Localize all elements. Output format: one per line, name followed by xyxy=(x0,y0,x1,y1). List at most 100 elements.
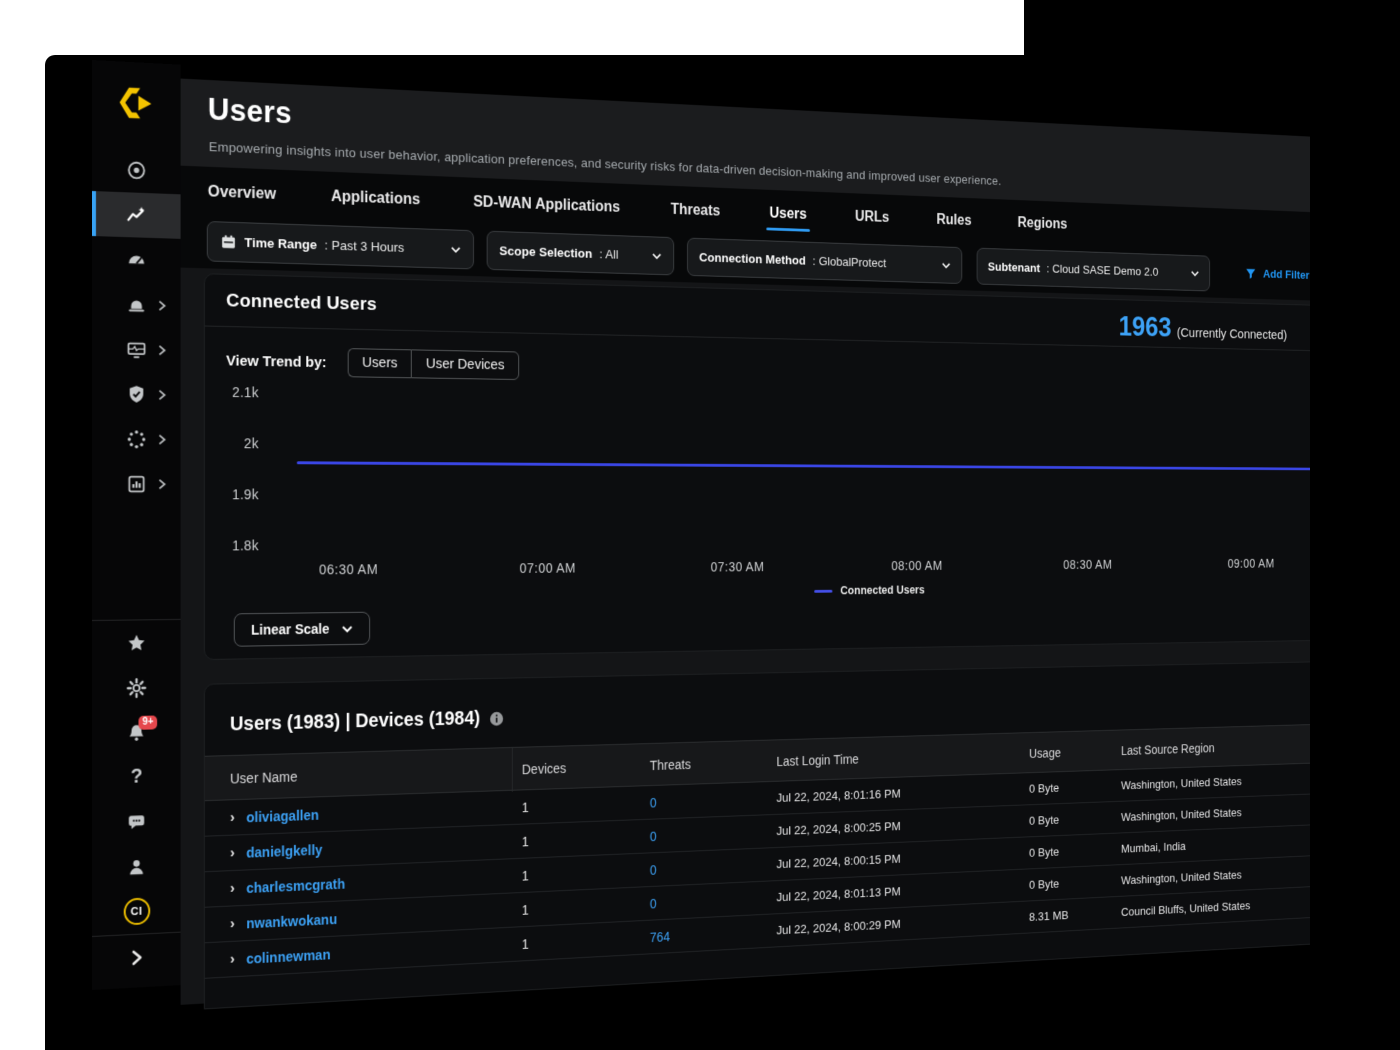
shield-check-icon xyxy=(126,383,148,405)
tab-overview[interactable]: Overview xyxy=(208,184,276,204)
sidebar-item-gauge[interactable] xyxy=(92,236,181,283)
dashboard: 9+ ? CI xyxy=(92,60,1310,1050)
sidebar-item-alerts[interactable] xyxy=(92,281,181,328)
users-table-card: Users (1983) | Devices (1984) User Name … xyxy=(204,660,1310,1009)
usage-cell: 0 Byte xyxy=(1021,811,1113,828)
calendar-icon xyxy=(220,233,236,250)
linear-scale-dropdown[interactable]: Linear Scale xyxy=(234,612,370,647)
column-header-region[interactable]: Last Source Region xyxy=(1113,736,1310,758)
tab-applications[interactable]: Applications xyxy=(331,188,420,209)
devices-cell: 1 xyxy=(513,863,641,884)
users-table: User Name Devices Threats Last Login Tim… xyxy=(205,722,1310,978)
row-expand-icon[interactable]: › xyxy=(230,810,235,825)
column-header-threats[interactable]: Threats xyxy=(641,754,768,773)
chevron-right-icon xyxy=(129,948,145,967)
threats-link[interactable]: 0 xyxy=(641,890,768,911)
tab-users[interactable]: Users xyxy=(769,206,806,224)
scope-selection-filter[interactable]: Scope Selection : All xyxy=(487,231,674,276)
sidebar: 9+ ? CI xyxy=(92,60,181,990)
trend-user-devices-button[interactable]: User Devices xyxy=(411,349,519,380)
filter-label: Connection Method xyxy=(699,250,806,267)
y-axis-tick: 2.1k xyxy=(216,384,258,400)
filter-value: : All xyxy=(599,247,618,262)
connected-count-suffix: (Currently Connected) xyxy=(1177,325,1287,342)
threats-link[interactable]: 764 xyxy=(641,923,768,945)
usage-cell: 0 Byte xyxy=(1021,779,1113,796)
tenant-avatar[interactable]: CI xyxy=(92,887,181,936)
row-expand-icon[interactable]: › xyxy=(230,952,235,967)
sidebar-bottom: 9+ ? CI xyxy=(92,619,181,982)
trend-users-button[interactable]: Users xyxy=(347,348,411,378)
user-link[interactable]: nwankwokanu xyxy=(246,911,337,931)
tab-rules[interactable]: Rules xyxy=(936,212,971,230)
radar-icon xyxy=(126,159,148,182)
user-link[interactable]: danielgkelly xyxy=(246,841,322,860)
y-axis-tick: 1.8k xyxy=(216,538,258,554)
region-cell: Council Bluffs, United States xyxy=(1113,893,1310,919)
tab-sdwan-applications[interactable]: SD-WAN Applications xyxy=(473,194,620,217)
info-icon[interactable] xyxy=(489,711,503,727)
add-filter-label: Add Filter xyxy=(1263,267,1309,281)
region-cell: Washington, United States xyxy=(1113,801,1310,824)
star-icon xyxy=(126,632,148,654)
tab-regions[interactable]: Regions xyxy=(1018,215,1068,233)
x-axis-tick: 09:00 AM xyxy=(1228,556,1275,570)
view-trend-label: View Trend by: xyxy=(226,352,327,370)
chevron-right-icon xyxy=(157,298,167,312)
chevron-down-icon xyxy=(643,252,662,260)
subtenant-filter[interactable]: Subtenant : Cloud SASE Demo 2.0 xyxy=(977,248,1210,292)
profile-button[interactable] xyxy=(92,843,181,891)
threats-link[interactable]: 0 xyxy=(641,857,768,877)
gauge-icon xyxy=(126,249,148,272)
x-axis-tick: 06:30 AM xyxy=(319,561,378,577)
sidebar-item-security[interactable] xyxy=(92,371,181,417)
chevron-down-icon xyxy=(1183,269,1200,277)
threats-link[interactable]: 0 xyxy=(641,824,768,844)
row-expand-icon[interactable]: › xyxy=(230,881,235,896)
notification-badge: 9+ xyxy=(138,715,157,729)
connected-users-card: Connected Users 1963 (Currently Connecte… xyxy=(204,273,1310,660)
column-header-last-login[interactable]: Last Login Time xyxy=(768,747,1021,769)
time-range-filter[interactable]: Time Range : Past 3 Hours xyxy=(207,221,474,269)
sidebar-item-radar[interactable] xyxy=(92,146,181,194)
user-link[interactable]: charlesmcgrath xyxy=(246,875,345,895)
add-filter-button[interactable]: Add Filter xyxy=(1245,267,1309,282)
tab-urls[interactable]: URLs xyxy=(855,209,889,227)
sidebar-expand-button[interactable] xyxy=(92,933,181,982)
region-cell: Washington, United States xyxy=(1113,770,1310,792)
column-header-usage[interactable]: Usage xyxy=(1021,744,1113,761)
main-panel: Users Empowering insights into user beha… xyxy=(181,79,1310,1005)
connected-users-series-line xyxy=(297,461,1310,470)
avatar: CI xyxy=(123,897,150,925)
threats-link[interactable]: 0 xyxy=(641,791,768,810)
usage-cell: 0 Byte xyxy=(1021,843,1113,860)
column-header-devices[interactable]: Devices xyxy=(513,758,641,777)
sidebar-item-monitor[interactable] xyxy=(92,326,181,372)
user-link[interactable]: colinnewman xyxy=(246,946,330,966)
sidebar-item-reports[interactable] xyxy=(92,461,181,506)
devices-cell: 1 xyxy=(513,930,641,952)
chart-legend: Connected Users xyxy=(774,583,963,598)
table-title-row: Users (1983) | Devices (1984) xyxy=(230,707,504,736)
sidebar-item-workflows[interactable] xyxy=(92,416,181,462)
user-link[interactable]: oliviagallen xyxy=(246,807,318,825)
row-expand-icon[interactable]: › xyxy=(230,845,235,860)
filter-value: : Past 3 Hours xyxy=(324,238,404,255)
table-title: Users (1983) | Devices (1984) xyxy=(230,708,480,737)
feedback-button[interactable] xyxy=(92,798,181,846)
settings-button[interactable] xyxy=(92,664,181,711)
help-button[interactable]: ? xyxy=(92,753,181,801)
notifications-button[interactable]: 9+ xyxy=(92,709,181,756)
chevron-right-icon xyxy=(157,343,167,357)
person-icon xyxy=(126,855,148,878)
connection-method-filter[interactable]: Connection Method : GlobalProtect xyxy=(687,238,962,284)
chevron-right-icon xyxy=(157,432,167,446)
favorites-button[interactable] xyxy=(92,620,181,666)
card-title: Connected Users xyxy=(226,291,377,316)
monitor-pulse-icon xyxy=(126,338,148,360)
connected-count: 1963 (Currently Connected) xyxy=(1119,311,1287,347)
sidebar-item-activity-insights[interactable] xyxy=(92,191,181,239)
row-expand-icon[interactable]: › xyxy=(230,916,235,931)
devices-cell: 1 xyxy=(513,896,641,917)
tab-threats[interactable]: Threats xyxy=(671,202,721,221)
